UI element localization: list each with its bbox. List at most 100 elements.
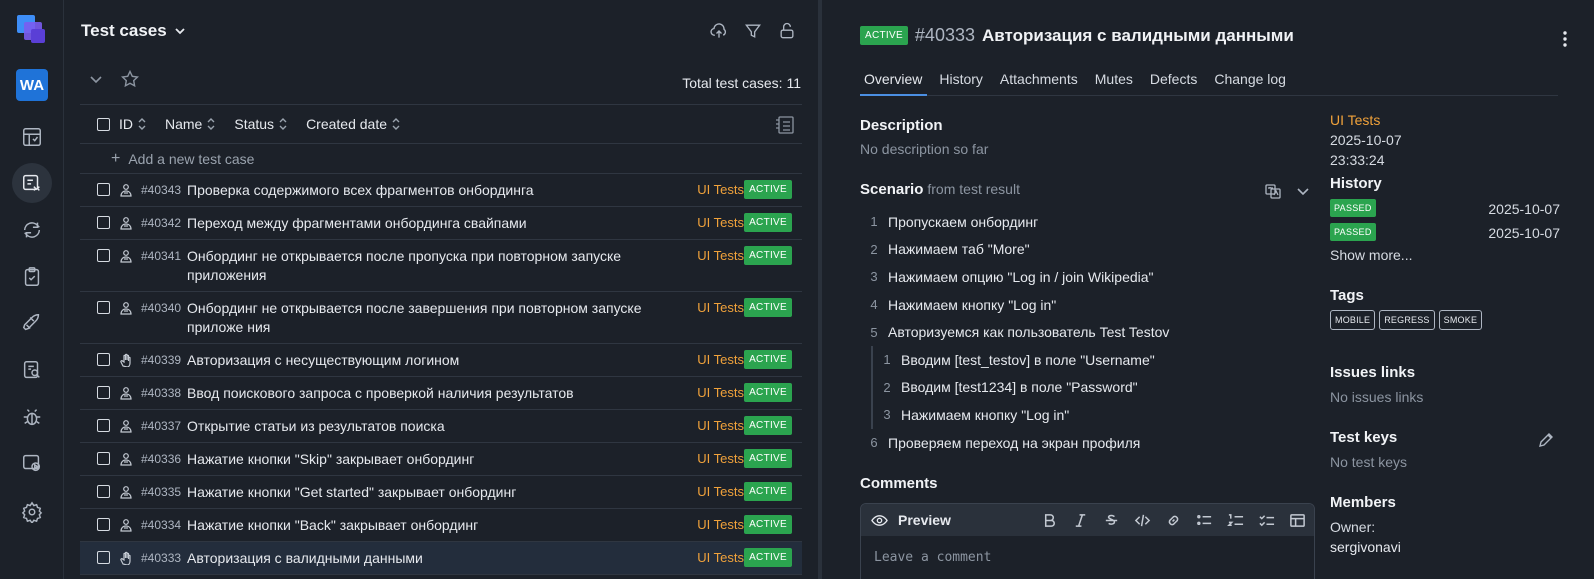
row-layer: UI Tests [697, 385, 744, 400]
tab-change-log[interactable]: Change log [1210, 68, 1291, 96]
show-more-link[interactable]: Show more... [1330, 247, 1412, 263]
chevron-down-icon [175, 28, 185, 35]
table-row[interactable]: #40342 Переход между фрагментами онбордин… [80, 207, 802, 240]
scenario-step[interactable]: 2 Вводим [test1234] в поле "Password" [873, 374, 1320, 402]
upload-icon[interactable] [708, 20, 730, 42]
row-checkbox[interactable] [97, 183, 110, 196]
row-layer: UI Tests [697, 418, 744, 433]
comment-input[interactable]: Leave a comment [874, 550, 991, 565]
chevron-down-icon[interactable] [1295, 183, 1311, 202]
defects-icon[interactable] [12, 397, 52, 437]
select-all-checkbox[interactable] [97, 117, 110, 131]
row-checkbox[interactable] [97, 249, 110, 262]
tab-overview[interactable]: Overview [860, 68, 928, 96]
row-checkbox[interactable] [97, 386, 110, 399]
history-date: 2025-10-07 [1488, 225, 1560, 241]
table-icon[interactable] [1289, 512, 1306, 529]
collapse-chevron-icon[interactable] [87, 70, 105, 91]
table-row[interactable]: #40333 Авторизация с валидными данными UI … [80, 542, 802, 575]
tag[interactable]: MOBILE [1330, 310, 1376, 330]
table-row[interactable]: #40334 Нажатие кнопки "Back" закрывает он… [80, 509, 802, 542]
owner-value[interactable]: sergivonavi [1330, 539, 1401, 555]
pencil-icon[interactable] [1538, 432, 1554, 448]
scenario-step[interactable]: 2 Нажимаем таб "More" [860, 236, 1320, 264]
italic-icon[interactable] [1072, 512, 1089, 529]
column-header-name[interactable]: Name [165, 116, 216, 132]
sync-icon[interactable] [12, 210, 52, 250]
table-row[interactable]: #40337 Открытие статьи из результатов пои… [80, 410, 802, 443]
column-settings-icon[interactable] [774, 114, 796, 136]
history-date: 2025-10-07 [1488, 201, 1560, 217]
preview-toggle[interactable]: Preview [898, 512, 951, 528]
table-row[interactable]: #40335 Нажатие кнопки "Get started" закры… [80, 476, 802, 509]
column-header-status[interactable]: Status [234, 116, 288, 132]
row-checkbox[interactable] [97, 419, 110, 432]
tab-defects[interactable]: Defects [1146, 68, 1202, 96]
status-badge: ACTIVE [744, 515, 792, 534]
bold-icon[interactable] [1041, 512, 1058, 529]
unlock-icon[interactable] [776, 20, 798, 42]
strikethrough-icon[interactable] [1103, 512, 1120, 529]
launches-icon[interactable] [12, 303, 52, 343]
row-checkbox[interactable] [97, 452, 110, 465]
tab-mutes[interactable]: Mutes [1091, 68, 1138, 96]
column-header-created-date[interactable]: Created date [306, 116, 401, 132]
scenario-step[interactable]: 1 Вводим [test_testov] в поле "Username" [873, 346, 1320, 374]
row-checkbox[interactable] [97, 301, 110, 314]
analytics-icon[interactable] [12, 350, 52, 390]
tag[interactable]: SMOKE [1438, 310, 1483, 330]
test-cases-icon[interactable] [12, 163, 52, 203]
translate-icon[interactable] [1265, 183, 1281, 202]
add-test-case-row[interactable]: + Add a new test case [80, 144, 802, 174]
dashboards-icon[interactable] [12, 117, 52, 157]
history-item[interactable]: PASSED 2025-10-07 [1330, 223, 1560, 243]
filter-icon[interactable] [742, 20, 764, 42]
row-layer: UI Tests [697, 182, 744, 197]
workspace-avatar[interactable]: WA [16, 69, 48, 101]
star-icon[interactable] [120, 69, 140, 91]
list-title-dropdown[interactable]: Test cases [81, 21, 187, 41]
step-number: 5 [870, 324, 878, 340]
scenario-step[interactable]: 5 Авторизуемся как пользователь Test Test… [860, 318, 1320, 346]
status-badge: ACTIVE [744, 246, 792, 265]
settings-icon[interactable] [12, 492, 52, 532]
table-row[interactable]: #40343 Проверка содержимого всех фрагмент… [80, 174, 802, 207]
jobs-icon[interactable] [12, 443, 52, 483]
scenario-step[interactable]: 3 Нажимаем опцию "Log in / join Wikipedia… [860, 263, 1320, 291]
row-checkbox[interactable] [97, 216, 110, 229]
nested-steps: 1 Вводим [test_testov] в поле "Username" 2… [871, 345, 1320, 429]
table-row[interactable]: #40338 Ввод поискового запроса с проверко… [80, 377, 802, 410]
scenario-step[interactable]: 1 Пропускаем онбординг [860, 208, 1320, 236]
code-icon[interactable] [1134, 512, 1151, 529]
table-row[interactable]: #40341 Онбординг не открывается после про… [80, 240, 802, 292]
bulleted-list-icon[interactable] [1196, 512, 1213, 529]
checklist-icon[interactable] [1258, 512, 1275, 529]
table-row[interactable]: #40339 Авторизация с несуществующим логин… [80, 344, 802, 377]
numbered-list-icon[interactable] [1227, 512, 1244, 529]
page-title[interactable]: Авторизация с валидными данными [982, 26, 1294, 46]
scenario-step[interactable]: 3 Нажимаем кнопку "Log in" [873, 401, 1320, 429]
column-header-id[interactable]: ID [119, 116, 147, 132]
link-icon[interactable] [1165, 512, 1182, 529]
tab-history[interactable]: History [935, 68, 988, 96]
row-checkbox[interactable] [97, 353, 110, 366]
scenario-step[interactable]: 6 Проверяем переход на экран профиля [860, 429, 1320, 457]
scenario-step[interactable]: 4 Нажимаем кнопку "Log in" [860, 291, 1320, 319]
step-text: Вводим [test1234] в поле "Password" [901, 379, 1138, 396]
tab-attachments[interactable]: Attachments [996, 68, 1083, 96]
history-item[interactable]: PASSED 2025-10-07 [1330, 199, 1560, 219]
row-checkbox[interactable] [97, 485, 110, 498]
more-options-icon[interactable] [1556, 28, 1574, 50]
row-checkbox[interactable] [97, 551, 110, 564]
row-checkbox[interactable] [97, 518, 110, 531]
step-text: Нажимаем опцию "Log in / join Wikipedia" [888, 268, 1154, 285]
app-logo[interactable] [14, 12, 50, 48]
status-badge: ACTIVE [860, 26, 908, 45]
table-row[interactable]: #40336 Нажатие кнопки "Skip" закрывает он… [80, 443, 802, 476]
row-id: #40333 [141, 551, 182, 565]
status-badge: ACTIVE [744, 416, 792, 435]
test-plans-icon[interactable] [12, 257, 52, 297]
test-layer: UI Tests [1330, 112, 1381, 128]
tag[interactable]: REGRESS [1379, 310, 1435, 330]
table-row[interactable]: #40340 Онбординг не открывается после зав… [80, 292, 802, 344]
